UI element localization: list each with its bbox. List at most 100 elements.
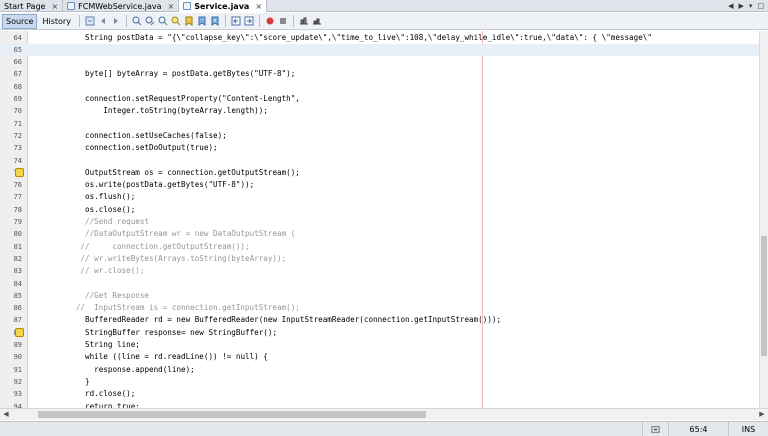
code-line[interactable]: 85 //Get Response <box>0 290 759 302</box>
line-number: 66 <box>13 58 22 67</box>
source-view-tab[interactable]: Source <box>2 13 38 29</box>
code-line[interactable]: 75OutputStream os = connection.getOutput… <box>0 167 759 179</box>
notifications-icon[interactable] <box>642 421 668 436</box>
tab-start-page[interactable]: Start Page × <box>0 0 64 12</box>
next-bookmark-icon[interactable] <box>209 15 221 27</box>
code-line[interactable]: 91 response.append(line); <box>0 364 759 376</box>
line-number: 91 <box>13 365 22 374</box>
line-number: 81 <box>13 242 22 251</box>
code-comment: //Get Response <box>85 290 150 300</box>
find-next-icon[interactable] <box>157 15 169 27</box>
code-line[interactable]: 71 <box>0 118 759 130</box>
tab-label: Start Page <box>4 1 46 11</box>
code-line[interactable]: 79 //Send request <box>0 216 759 228</box>
code-line[interactable]: 69 connection.setRequestProperty("Content… <box>0 93 759 105</box>
code-line[interactable]: 76 os.write(postData.getBytes("UTF-8")); <box>0 179 759 191</box>
line-number: 77 <box>13 193 22 202</box>
toolbar-separator <box>224 15 226 27</box>
tab-service-java[interactable]: Service.java × <box>179 0 268 12</box>
line-number: 73 <box>13 144 22 153</box>
scroll-tabs-left-icon[interactable]: ◀ <box>728 2 733 10</box>
code-line[interactable]: 64 String postData = "{\"collapse_key\":\… <box>0 32 759 44</box>
code-line[interactable]: 77 os.flush(); <box>0 191 759 203</box>
line-number: 72 <box>13 131 22 140</box>
close-icon[interactable]: × <box>168 2 175 11</box>
caret-position[interactable]: 65:4 <box>668 421 728 436</box>
code-line[interactable]: 66 <box>0 56 759 68</box>
code-line[interactable]: 94 return true; <box>0 401 759 409</box>
code-line[interactable]: 81 // connection.getOutputStream()); <box>0 241 759 253</box>
code-line[interactable]: 88StringBuffer response= new StringBuffe… <box>0 327 759 339</box>
code-text: os.flush(); <box>85 192 136 202</box>
find-previous-icon[interactable] <box>144 15 156 27</box>
code-editor[interactable]: 64 String postData = "{\"collapse_key\":\… <box>0 31 768 408</box>
hint-bulb-icon[interactable] <box>15 168 24 178</box>
status-bar: 65:4 INS <box>0 421 768 436</box>
line-number: 82 <box>13 254 22 263</box>
code-text: byte[] byteArray = postData.getBytes("UT… <box>85 69 296 79</box>
uncomment-icon[interactable] <box>311 15 323 27</box>
code-line[interactable]: 89 String line; <box>0 339 759 351</box>
code-line[interactable]: 67 byte[] byteArray = postData.getBytes("… <box>0 68 759 80</box>
code-line[interactable]: 93 rd.close(); <box>0 388 759 400</box>
code-line[interactable]: 92} <box>0 376 759 388</box>
find-selection-icon[interactable] <box>131 15 143 27</box>
code-line[interactable]: 87 BufferedReader rd = new BufferedReader… <box>0 314 759 326</box>
code-line[interactable]: 65 <box>0 43 759 57</box>
toggle-bookmark-icon[interactable] <box>183 15 195 27</box>
code-line[interactable]: 80 //DataOutputStream wr = new DataOutput… <box>0 228 759 240</box>
code-line[interactable]: 72 connection.setUseCaches(false); <box>0 130 759 142</box>
line-number: 70 <box>13 107 22 116</box>
code-line[interactable]: 70 Integer.toString(byteArray.length)); <box>0 105 759 117</box>
scroll-left-icon[interactable]: ◀ <box>1 410 11 419</box>
last-edit-icon[interactable] <box>84 15 96 27</box>
line-number: 93 <box>13 390 22 399</box>
hint-bulb-icon[interactable] <box>15 328 24 338</box>
toolbar-separator <box>125 15 127 27</box>
back-icon[interactable] <box>97 15 109 27</box>
toggle-highlight-icon[interactable] <box>170 15 182 27</box>
close-icon[interactable]: × <box>51 2 58 11</box>
code-text: connection.setUseCaches(false); <box>85 130 227 140</box>
tab-label: FCMWebService.java <box>78 1 162 11</box>
previous-bookmark-icon[interactable] <box>196 15 208 27</box>
stop-macro-icon[interactable] <box>277 15 289 27</box>
comment-icon[interactable] <box>298 15 310 27</box>
code-line[interactable]: 74 <box>0 155 759 167</box>
java-file-icon <box>67 2 76 10</box>
code-text: } <box>85 376 90 386</box>
vertical-scrollbar[interactable] <box>759 31 768 408</box>
horizontal-scrollbar[interactable]: ◀ ▶ <box>0 408 768 420</box>
forward-icon[interactable] <box>110 15 122 27</box>
code-text: return true; <box>85 401 140 409</box>
record-macro-icon[interactable] <box>264 15 276 27</box>
close-icon[interactable]: × <box>255 2 262 11</box>
code-line[interactable]: 83 // wr.close(); <box>0 265 759 277</box>
code-line[interactable]: 82 // wr.writeBytes(Arrays.toString(byteA… <box>0 253 759 265</box>
code-line[interactable]: 78 os.close(); <box>0 204 759 216</box>
scroll-right-icon[interactable]: ▶ <box>757 410 767 419</box>
insert-mode[interactable]: INS <box>728 421 768 436</box>
scroll-tabs-right-icon[interactable]: ▶ <box>738 2 743 10</box>
history-view-tab[interactable]: History <box>38 14 74 29</box>
vertical-scroll-thumb[interactable] <box>761 236 767 356</box>
tab-fcmwebservice-java[interactable]: FCMWebService.java × <box>63 0 180 12</box>
code-text: rd.close(); <box>85 389 136 399</box>
line-number: 89 <box>13 341 22 349</box>
code-text: BufferedReader rd = new BufferedReader(n… <box>85 315 502 325</box>
horizontal-scroll-thumb[interactable] <box>38 411 426 418</box>
code-line[interactable]: 73 connection.setDoOutput(true); <box>0 142 759 154</box>
code-line[interactable]: 90 while ((line = rd.readLine()) != null)… <box>0 351 759 363</box>
code-line[interactable]: 84 <box>0 278 759 290</box>
java-file-icon <box>183 2 192 10</box>
code-text: StringBuffer response= new StringBuffer(… <box>85 327 278 337</box>
shift-right-icon[interactable] <box>243 15 255 27</box>
line-number: 85 <box>13 291 22 300</box>
maximize-icon[interactable]: □ <box>757 2 764 10</box>
shift-left-icon[interactable] <box>230 15 242 27</box>
code-comment: // connection.getOutputStream()); <box>80 241 250 251</box>
code-text: connection.setRequestProperty("Content-L… <box>85 94 300 103</box>
code-line[interactable]: 86 // InputStream is = connection.getInpu… <box>0 302 759 314</box>
code-line[interactable]: 68 <box>0 81 759 93</box>
tab-list-icon[interactable]: ▾ <box>749 2 753 10</box>
